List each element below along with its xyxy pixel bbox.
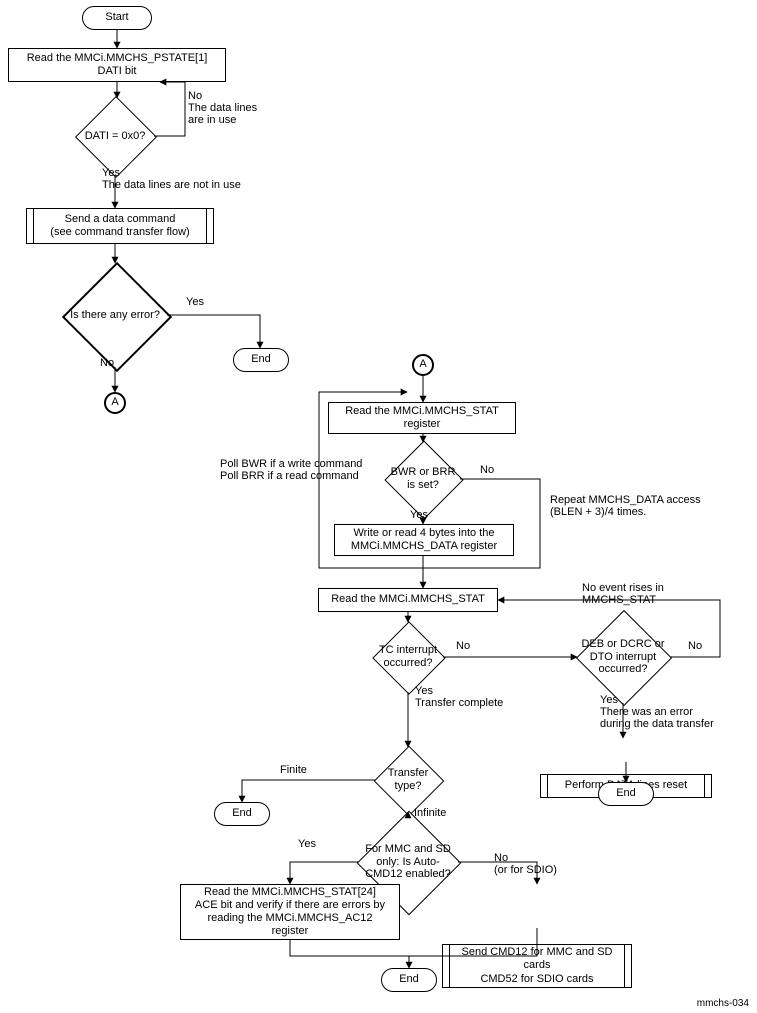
bwr-brr-decision: BWR or BRR is set? [396, 452, 450, 506]
end-terminator-2: End [598, 782, 654, 806]
end-terminator-3: End [214, 802, 270, 826]
rw-4-bytes-process: Write or read 4 bytes into the MMCi.MMCH… [334, 524, 514, 556]
ac-yes-label: Yes [298, 838, 316, 850]
bwr-yes-label: Yes [410, 509, 428, 521]
connector-a-bottom: A [104, 392, 126, 414]
figure-id: mmchs-034 [697, 998, 749, 1009]
start-terminator: Start [82, 6, 152, 30]
read-stat1-process: Read the MMCi.MMCHS_STAT register [328, 402, 516, 434]
transfer-type-decision: Transfer type? [384, 756, 432, 804]
ac-no-label: No (or for SDIO) [494, 852, 557, 876]
send-cmd12-process: Send CMD12 for MMC and SD cards CMD52 fo… [442, 944, 632, 988]
error-no-label: No [100, 357, 114, 369]
tt-finite-label: Finite [280, 764, 307, 776]
tc-yes-label: Yes Transfer complete [415, 685, 503, 709]
send-data-command-process: Send a data command (see command transfe… [26, 208, 214, 244]
read-stat2-process: Read the MMCi.MMCHS_STAT [318, 588, 498, 612]
no-event-label: No event rises in MMCHS_STAT [582, 582, 664, 606]
poll-note-label: Poll BWR if a write command Poll BRR if … [220, 458, 362, 482]
dati-yes-label: Yes The data lines are not in use [102, 167, 241, 191]
repeat-note-label: Repeat MMCHS_DATA access (BLEN + 3)/4 ti… [550, 494, 701, 518]
bwr-no-label: No [480, 464, 494, 476]
dati-decision: DATI = 0x0? [87, 108, 143, 164]
deb-interrupt-decision: DEB or DCRC or DTO interrupt occurred? [590, 624, 656, 690]
read-pstate-process: Read the MMCi.MMCHS_PSTATE[1] DATI bit [8, 48, 226, 82]
read-ace-process: Read the MMCi.MMCHS_STAT[24] ACE bit and… [180, 884, 400, 940]
tc-interrupt-decision: TC interrupt occurred? [383, 632, 433, 682]
deb-yes-label: Yes There was an error during the data t… [600, 694, 714, 730]
error-yes-label: Yes [186, 296, 204, 308]
tc-no-label: No [456, 640, 470, 652]
any-error-decision: Is there any error? [78, 278, 152, 352]
tt-infinite-label: Infinite [414, 807, 446, 819]
flowchart-canvas: Start Read the MMCi.MMCHS_PSTATE[1] DATI… [0, 0, 757, 1013]
dati-no-label: No The data lines are in use [188, 90, 257, 126]
end-terminator-4: End [381, 968, 437, 992]
deb-no-label: No [688, 640, 702, 652]
end-terminator-1: End [233, 348, 289, 372]
connector-a-top: A [412, 354, 434, 376]
